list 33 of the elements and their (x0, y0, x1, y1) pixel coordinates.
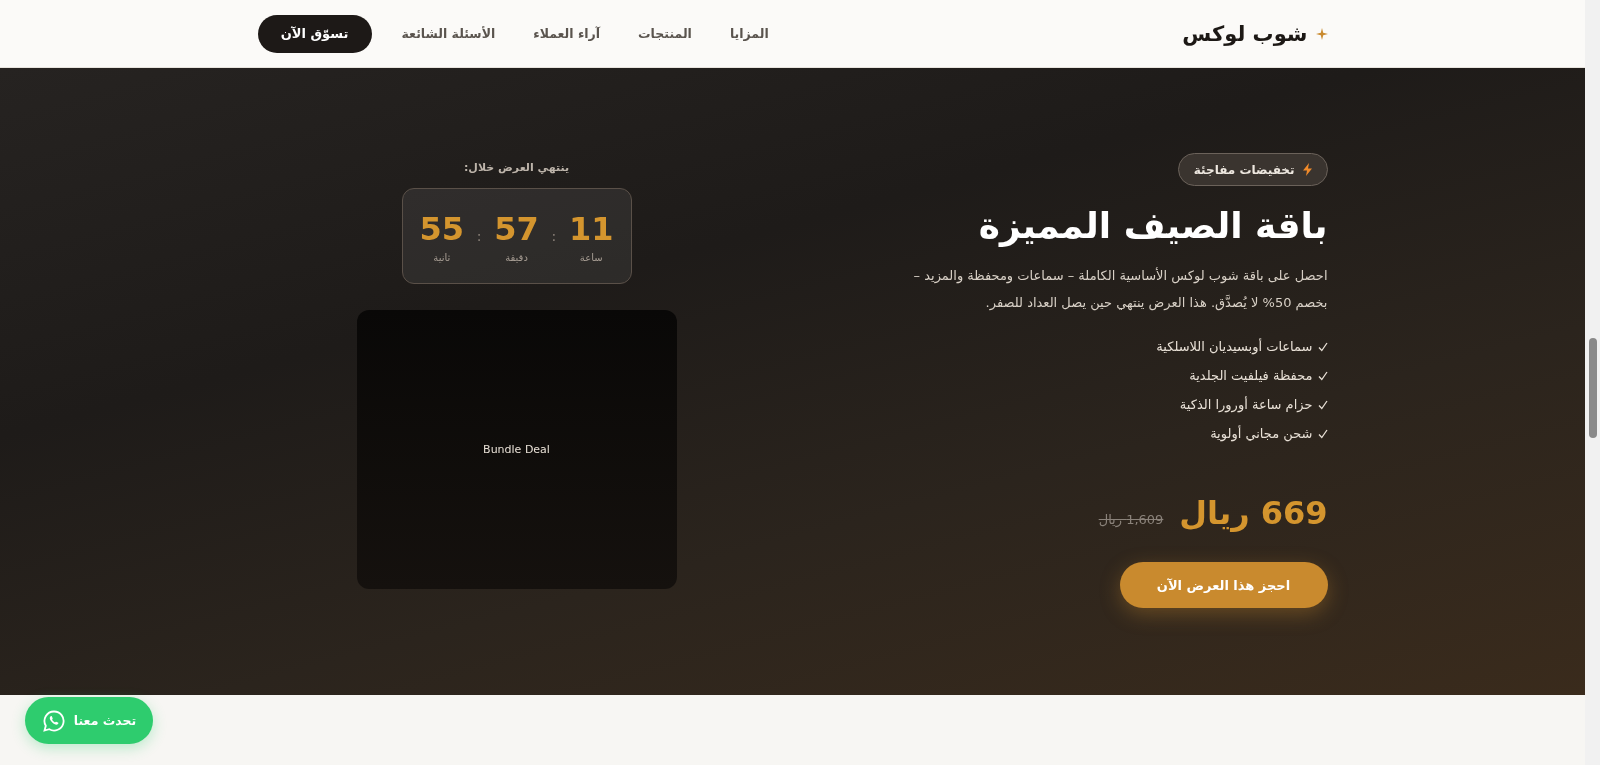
lightning-icon (1302, 163, 1312, 176)
shop-now-button[interactable]: تسوّق الآن (257, 14, 372, 53)
logo[interactable]: شوب لوكس (1182, 21, 1308, 46)
countdown-unit: ثانية (433, 251, 451, 263)
countdown-number: 11 (568, 209, 614, 248)
feature-item: سماعات أوبسيديان اللاسلكية (1156, 339, 1313, 354)
feature-item: محفظة فيلفيت الجلدية (1189, 368, 1313, 383)
feature-item: شحن مجاني أولوية (1210, 426, 1313, 441)
image-caption: Bundle Deal (483, 443, 550, 456)
current-price: 669 ريال (1179, 494, 1328, 532)
sale-badge: تخفيضات مفاجئة (1177, 153, 1328, 186)
countdown-label: ينتهي العرض خلال: (463, 161, 570, 174)
sparkle-icon (1315, 27, 1328, 40)
nav-link[interactable]: المنتجات (638, 26, 692, 41)
nav-link[interactable]: آراء العملاء (533, 26, 601, 41)
check-icon (1317, 428, 1328, 439)
countdown-unit: دقيقة (505, 251, 528, 263)
colon-separator: : (551, 228, 557, 244)
countdown-unit: ساعة (579, 251, 603, 263)
original-price: 1,609 ريال (1098, 512, 1164, 527)
chat-bubble-icon (41, 708, 66, 733)
nav-link[interactable]: الأسئلة الشائعة (401, 26, 496, 41)
colon-separator: : (476, 228, 482, 244)
hero-description: احصل على باقة شوب لوكس الأساسية الكاملة – سماعات ومحفظة والمزيد – بخصم 50% لا يُصدَّق. هذا العرض ينتهي حين يصل العداد للصفر. (912, 266, 1328, 313)
countdown-number: 57 (494, 209, 539, 248)
check-icon (1317, 341, 1328, 352)
countdown-number: 55 (419, 209, 465, 248)
check-icon (1317, 399, 1328, 410)
nav-link[interactable]: المزايا (729, 26, 769, 41)
feature-item: حزام ساعة أورورا الذكية (1179, 397, 1313, 412)
check-icon (1317, 370, 1328, 381)
hero-title: باقة الصيف المميزة (978, 204, 1328, 249)
scrollbar-thumb[interactable] (1589, 338, 1597, 438)
